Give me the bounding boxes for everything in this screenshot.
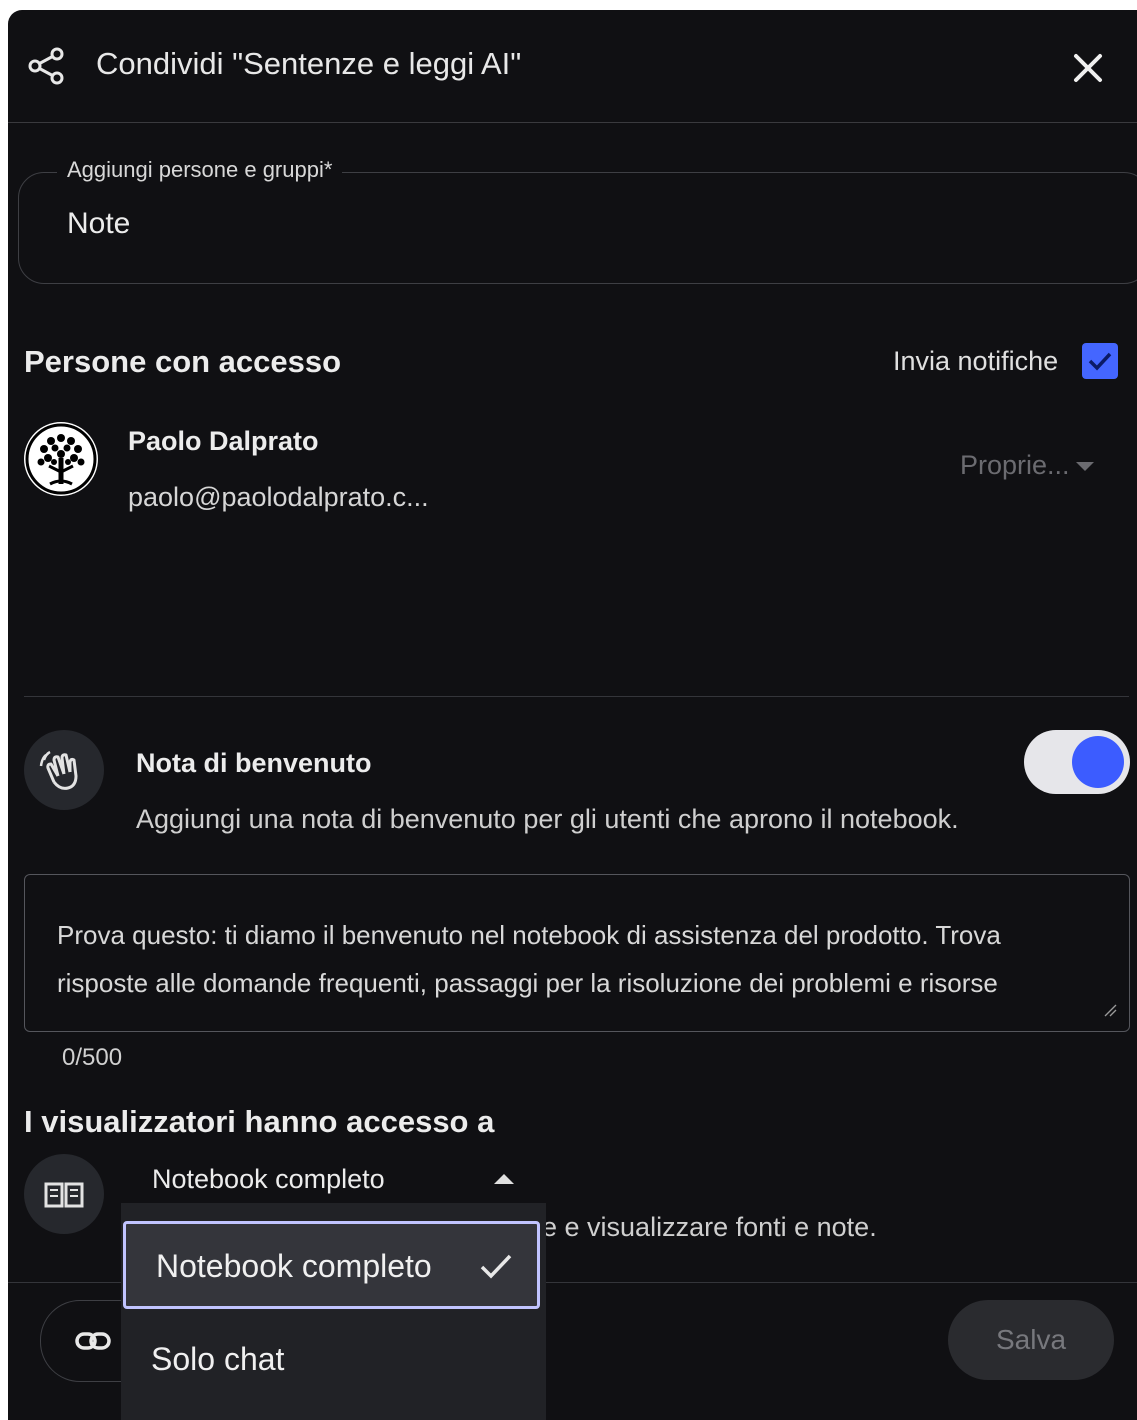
checkmark-icon [1088, 352, 1112, 371]
welcome-note-description: Aggiungi una nota di benvenuto per gli u… [136, 804, 959, 834]
add-people-label: Aggiungi persone e gruppi* [57, 157, 343, 183]
notify-checkbox[interactable] [1082, 343, 1118, 379]
save-button[interactable]: Salva [948, 1300, 1114, 1380]
caret-down-icon [1075, 462, 1094, 472]
toggle-knob [1072, 736, 1124, 788]
avatar-tree-icon [25, 423, 97, 495]
share-dialog: Condividi "Sentenze e leggi AI" Aggiungi… [8, 10, 1137, 1420]
divider [24, 696, 1129, 697]
welcome-note-title: Nota di benvenuto [136, 748, 372, 778]
role-label: Proprie... [960, 450, 1070, 480]
viewers-access-heading: I visualizzatori hanno accesso a [24, 1104, 495, 1139]
person-email: paolo@paolodalprato.c... [128, 482, 429, 512]
viewer-access-menu: Notebook completo Solo chat [121, 1203, 546, 1420]
close-icon[interactable] [1068, 48, 1108, 88]
menu-item-chat-only[interactable]: Solo chat [121, 1313, 546, 1405]
menu-item-label: Solo chat [151, 1341, 285, 1377]
link-icon [75, 1332, 111, 1350]
viewer-access-select[interactable]: Notebook completo [152, 1164, 385, 1195]
person-name: Paolo Dalprato [128, 426, 319, 456]
menu-item-label: Notebook completo [156, 1248, 432, 1284]
dialog-title: Condividi "Sentenze e leggi AI" [96, 46, 522, 81]
waving-hand-icon [39, 750, 78, 790]
caret-up-icon[interactable] [494, 1174, 514, 1184]
welcome-note-toggle[interactable] [1024, 730, 1130, 794]
avatar [24, 422, 98, 496]
add-people-field[interactable]: Aggiungi persone e gruppi* [18, 157, 1137, 284]
notify-label: Invia notifiche [893, 346, 1059, 376]
menu-item-full-notebook[interactable]: Notebook completo [123, 1221, 540, 1309]
book-icon [44, 1182, 84, 1208]
book-icon-container [24, 1154, 104, 1234]
resize-handle-icon[interactable] [1103, 1003, 1117, 1017]
viewer-access-description: e e visualizzare fonti e note. [542, 1212, 877, 1242]
share-icon [28, 47, 64, 85]
dialog-header: Condividi "Sentenze e leggi AI" [8, 10, 1137, 123]
welcome-note-textarea[interactable]: Prova questo: ti diamo il benvenuto nel … [24, 874, 1130, 1032]
role-dropdown: Proprie... [960, 450, 1094, 481]
welcome-note-text[interactable]: Prova questo: ti diamo il benvenuto nel … [57, 911, 1107, 1007]
checkmark-icon [480, 1254, 512, 1279]
add-people-input[interactable] [67, 207, 967, 241]
character-counter: 0/500 [62, 1044, 123, 1071]
people-with-access-heading: Persone con accesso [24, 344, 342, 379]
welcome-icon-container [24, 730, 104, 810]
